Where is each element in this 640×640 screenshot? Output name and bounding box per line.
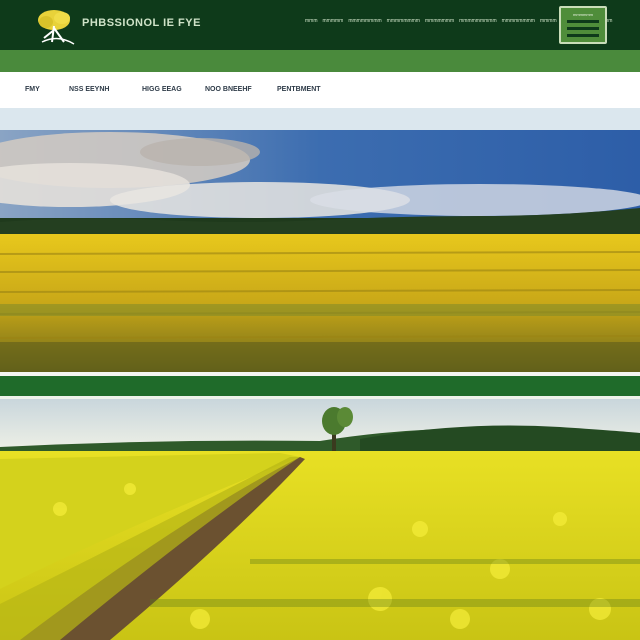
- menu-label: mmmmmm: [573, 12, 593, 17]
- nav-item-3[interactable]: HIGG EEAG: [142, 86, 182, 93]
- top-link[interactable]: mmmmmmm: [425, 18, 454, 24]
- accent-stripe: [0, 50, 640, 72]
- top-link[interactable]: mmm: [305, 18, 318, 24]
- hamburger-menu-icon-line: [567, 27, 599, 30]
- top-link[interactable]: mmmmmmmm: [348, 18, 381, 24]
- hamburger-menu-icon-line: [567, 34, 599, 37]
- top-link[interactable]: mmmmm: [323, 18, 344, 24]
- hamburger-menu-button[interactable]: mmmmmm: [559, 6, 607, 44]
- nav-item-4[interactable]: NOO BNEEHF: [205, 86, 252, 93]
- main-nav: FMY NSS EEYNH HIGG EEAG NOO BNEEHF PENTB…: [0, 72, 640, 108]
- top-link[interactable]: mmmm: [540, 18, 557, 24]
- hamburger-menu-icon: [567, 20, 599, 23]
- nav-item-5[interactable]: PENTBMENT: [277, 86, 321, 93]
- top-link[interactable]: mmmmmmmmm: [459, 18, 497, 24]
- top-link[interactable]: mmmmmmmm: [387, 18, 420, 24]
- tree-logo-icon[interactable]: [36, 8, 78, 46]
- brand-title[interactable]: PHBSSIONOL IE FYE: [82, 17, 201, 29]
- top-link[interactable]: mmmmmmmm: [502, 18, 535, 24]
- hero-image-wheat-field: [0, 130, 640, 372]
- nav-item-1[interactable]: FMY: [25, 86, 40, 93]
- header-bar: PHBSSIONOL IE FYE mmm mmmmm mmmmmmmm mmm…: [0, 0, 640, 50]
- pale-band: [0, 108, 640, 130]
- hero-image-rapeseed-field: [0, 399, 640, 640]
- green-divider-band: [0, 376, 640, 396]
- nav-item-2[interactable]: NSS EEYNH: [69, 86, 109, 93]
